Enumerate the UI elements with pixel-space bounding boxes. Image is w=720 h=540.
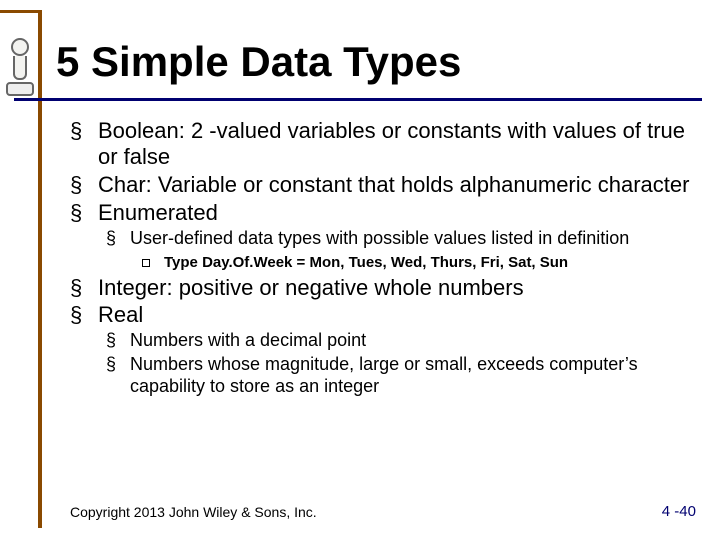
bullet-enumerated-label: Enumerated: [98, 200, 218, 225]
title-underline: [14, 98, 702, 101]
page-number: 4 -40: [662, 503, 696, 520]
slide-footer: Copyright 2013 John Wiley & Sons, Inc. 4…: [70, 504, 696, 520]
bullet-real-sub1: Numbers with a decimal point: [106, 330, 690, 352]
bullet-enumerated-example: Type Day.Of.Week = Mon, Tues, Wed, Thurs…: [142, 254, 690, 273]
bullet-real-sub2: Numbers whose magnitude, large or small,…: [106, 354, 690, 398]
bullet-char: Char: Variable or constant that holds al…: [70, 172, 690, 198]
top-accent-rule: [0, 10, 38, 13]
bullet-enumerated: Enumerated User-defined data types with …: [70, 200, 690, 273]
slide-title: 5 Simple Data Types: [56, 38, 461, 86]
bullet-enumerated-sub-label: User-defined data types with possible va…: [130, 228, 629, 248]
bullet-real: Real Numbers with a decimal point Number…: [70, 302, 690, 398]
copyright-text: Copyright 2013 John Wiley & Sons, Inc.: [70, 504, 317, 520]
assistant-clip-icon: [6, 38, 34, 92]
bullet-enumerated-sub: User-defined data types with possible va…: [106, 228, 690, 273]
slide-body: Boolean: 2 -valued variables or constant…: [70, 118, 690, 400]
bullet-real-label: Real: [98, 302, 143, 327]
left-accent-rule: [38, 10, 42, 528]
bullet-boolean: Boolean: 2 -valued variables or constant…: [70, 118, 690, 170]
bullet-integer: Integer: positive or negative whole numb…: [70, 275, 690, 301]
